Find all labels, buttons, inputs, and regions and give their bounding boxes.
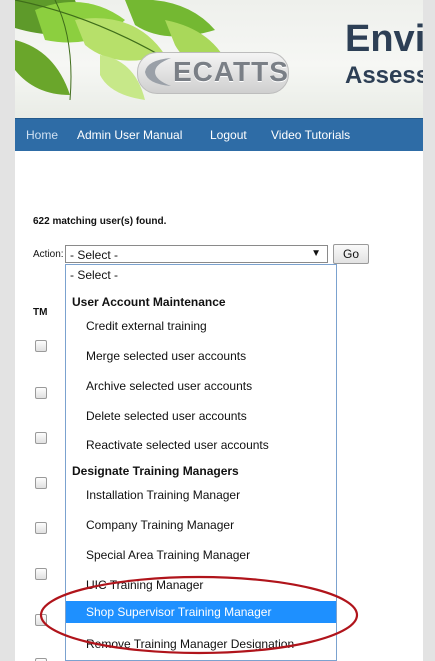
option-reactivate-accounts[interactable]: Reactivate selected user accounts xyxy=(66,438,336,452)
row-checkbox[interactable] xyxy=(35,340,47,352)
site-subtitle: Assessm xyxy=(345,62,423,89)
logo-text: ECATTS xyxy=(173,56,289,87)
row-checkbox[interactable] xyxy=(35,432,47,444)
result-count: 622 matching user(s) found. xyxy=(33,216,167,227)
option-credit-external-training[interactable]: Credit external training xyxy=(66,319,336,333)
optgroup-designate-training-managers: Designate Training Managers xyxy=(72,464,239,478)
action-select[interactable]: - Select - ▼ xyxy=(65,245,328,263)
left-margin xyxy=(0,0,15,661)
main-nav: Home Admin User Manual Logout Video Tuto… xyxy=(15,118,423,151)
right-margin xyxy=(423,0,435,661)
option-delete-accounts[interactable]: Delete selected user accounts xyxy=(66,409,336,423)
page-content: ECATTS Envi Assessm Home Admin User Manu… xyxy=(15,0,423,661)
optgroup-user-account-maintenance: User Account Maintenance xyxy=(72,295,226,309)
screenshot-frame: ECATTS Envi Assessm Home Admin User Manu… xyxy=(0,0,435,661)
nav-video-tutorials[interactable]: Video Tutorials xyxy=(271,128,350,142)
action-label: Action: xyxy=(33,249,64,260)
logo-arrow-icon xyxy=(145,58,171,86)
nav-home[interactable]: Home xyxy=(26,128,58,142)
go-button[interactable]: Go xyxy=(333,244,369,264)
row-checkbox[interactable] xyxy=(35,522,47,534)
option-company-training-manager[interactable]: Company Training Manager xyxy=(66,518,336,532)
annotation-ellipse xyxy=(39,575,359,655)
option-archive-accounts[interactable]: Archive selected user accounts xyxy=(66,379,336,393)
tm-column-header: TM xyxy=(33,307,48,318)
action-select-value: - Select - xyxy=(70,248,119,262)
dropdown-arrow-icon: ▼ xyxy=(311,248,321,259)
site-title: Envi xyxy=(345,18,423,60)
nav-logout[interactable]: Logout xyxy=(210,128,247,142)
option-special-area-training-manager[interactable]: Special Area Training Manager xyxy=(66,548,336,562)
option-merge-accounts[interactable]: Merge selected user accounts xyxy=(66,349,336,363)
header-banner: ECATTS Envi Assessm xyxy=(15,0,423,118)
row-checkbox[interactable] xyxy=(35,387,47,399)
option-select-placeholder[interactable]: - Select - xyxy=(70,268,336,286)
row-checkbox[interactable] xyxy=(35,477,47,489)
nav-admin-user-manual[interactable]: Admin User Manual xyxy=(77,128,182,142)
option-installation-training-manager[interactable]: Installation Training Manager xyxy=(66,488,336,502)
